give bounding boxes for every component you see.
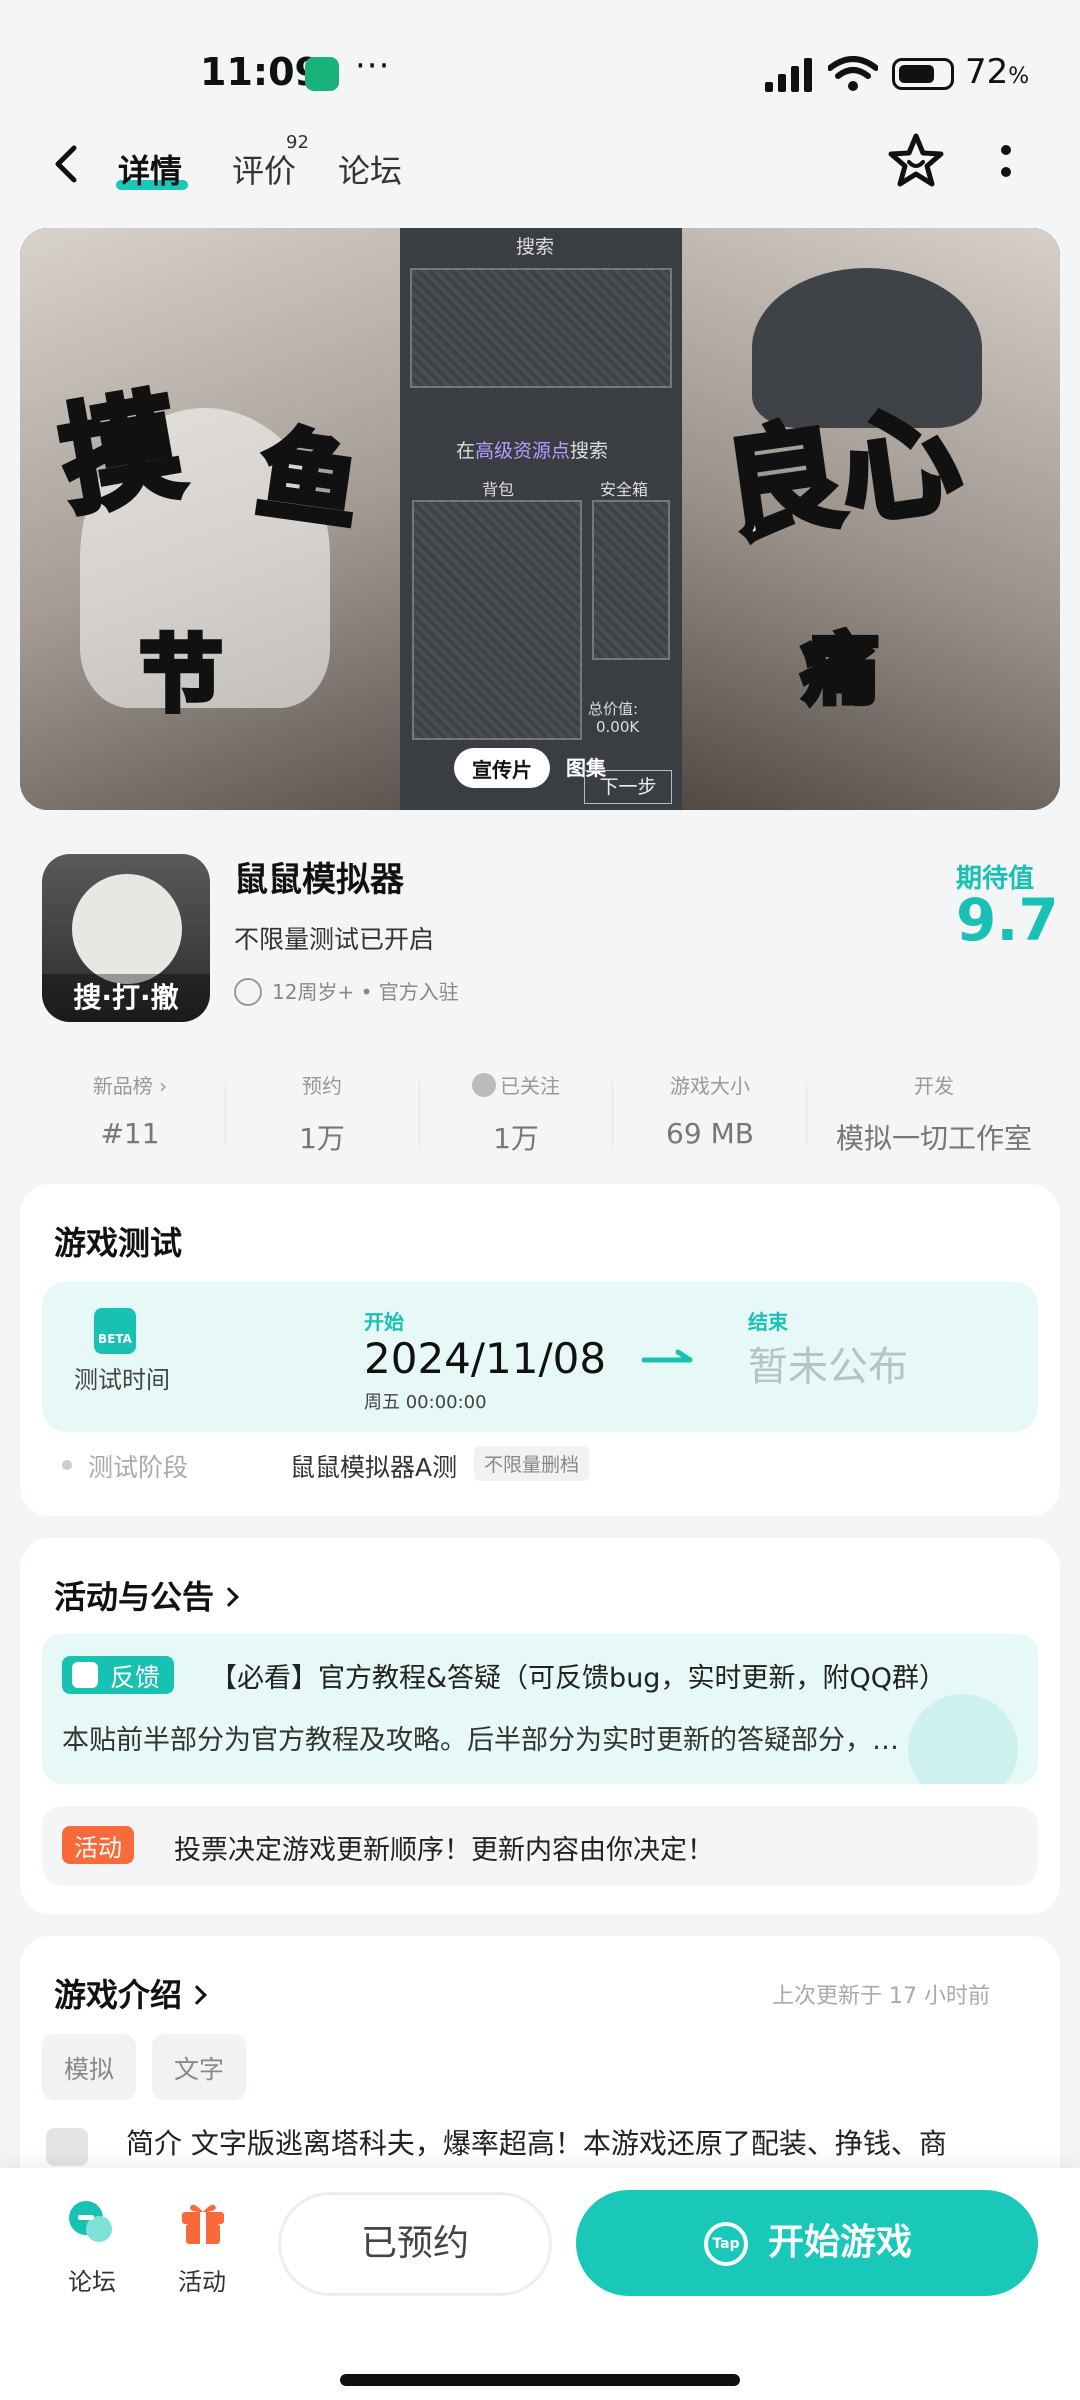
- news-item-activity[interactable]: 活动 投票决定游戏更新顺序！更新内容由你决定！: [42, 1806, 1038, 1886]
- hero-total-label: 总价值:: [588, 700, 639, 718]
- stat-divider: [806, 1082, 807, 1146]
- hero-text-jie: 节: [137, 625, 225, 726]
- hero-inventory-screenshot: 搜索 在高级资源点搜索 背包 安全箱 总价值: 0.00K: [400, 228, 682, 810]
- events-announcements-card: 活动与公告 反馈 【必看】官方教程&答疑（可反馈bug，实时更新，附QQ群） 本…: [20, 1538, 1060, 1914]
- status-time: 11:09: [200, 50, 321, 94]
- stat-reservations: 预约 1万: [299, 1074, 345, 1155]
- test-start-label: 开始: [364, 1310, 404, 1334]
- forum-label[interactable]: 论坛: [68, 2262, 116, 2297]
- stage-dot: [62, 1460, 72, 1470]
- arrow-right-icon: [642, 1349, 693, 1363]
- hero-search-title: 搜索: [516, 236, 555, 258]
- genre-chip[interactable]: 文字: [152, 2034, 247, 2100]
- hero-search-caption: 在高级资源点搜索: [456, 440, 609, 462]
- taptap-icon: Tap: [704, 2222, 748, 2266]
- battery-percent: 72%: [965, 52, 1030, 92]
- feedback-tag-icon: [72, 1662, 98, 1688]
- gift-icon[interactable]: [178, 2198, 228, 2246]
- hero-next-step: 下一步: [584, 770, 672, 804]
- stat-divider: [612, 1082, 613, 1146]
- hero-left-artwork: 摸 鱼 节: [20, 228, 400, 810]
- activity-label[interactable]: 活动: [178, 2262, 226, 2297]
- reviews-count-badge: 92: [286, 132, 309, 153]
- news-item-headline: 【必看】官方教程&答疑（可反馈bug，实时更新，附QQ群）: [210, 1663, 946, 1694]
- test-stage-tag: 不限量删档: [474, 1446, 590, 1481]
- chevron-right-icon: [187, 1985, 207, 2005]
- tab-details[interactable]: 详情: [118, 146, 182, 192]
- home-indicator[interactable]: [340, 2374, 740, 2386]
- forum-chat-icon[interactable]: [66, 2198, 116, 2246]
- more-vertical-icon[interactable]: [996, 142, 1016, 186]
- battery-icon: [892, 58, 954, 90]
- hero-backpack-grid: [412, 500, 582, 740]
- test-start-weekday-time: 周五 00:00:00: [364, 1392, 487, 1413]
- test-start-date: 2024/11/08: [364, 1334, 607, 1383]
- hero-search-area: [410, 268, 672, 388]
- genre-chip[interactable]: 模拟: [42, 2034, 137, 2100]
- verified-check-icon: [234, 978, 262, 1006]
- hero-backpack-label: 背包: [482, 480, 515, 499]
- test-stage-label: 测试阶段: [88, 1453, 189, 1482]
- game-test-card: 游戏测试 BETA 测试时间 开始 2024/11/08 周五 00:00:00…: [20, 1184, 1060, 1516]
- signal-icon: [765, 58, 812, 92]
- test-end-value: 暂未公布: [748, 1344, 908, 1390]
- hero-text-mo: 摸: [48, 373, 194, 535]
- status-more-icon: ···: [355, 46, 391, 86]
- news-item-body: 本贴前半部分为官方教程及攻略。后半部分为实时更新的答疑部分，…: [62, 1725, 899, 1756]
- hero-text-liangxin: 良心: [712, 386, 971, 562]
- game-test-title: 游戏测试: [54, 1224, 183, 1262]
- app-icon-mouse-art: [72, 874, 182, 984]
- favorite-star-icon[interactable]: [887, 132, 945, 190]
- stat-game-size: 游戏大小 69 MB: [666, 1074, 754, 1150]
- start-game-label: 开始游戏: [768, 2222, 913, 2263]
- game-intro-title[interactable]: 游戏介绍: [54, 1970, 207, 2016]
- back-icon[interactable]: [46, 134, 86, 194]
- stat-followed: 已关注 1万: [456, 1070, 576, 1157]
- events-announcements-title[interactable]: 活动与公告: [54, 1572, 239, 1618]
- hero-media-banner[interactable]: 摸 鱼 节 搜索 在高级资源点搜索 背包 安全箱 总价值: 0.00K 良心 痛…: [20, 228, 1060, 810]
- bottom-action-bar: 论坛 活动 已预约 Tap 开始游戏: [0, 2168, 1080, 2400]
- test-end-label: 结束: [748, 1310, 788, 1334]
- app-meta: 12周岁+ • 官方入驻: [272, 980, 459, 1004]
- chevron-right-icon: [219, 1587, 239, 1607]
- news-item-activity-text: 投票决定游戏更新顺序！更新内容由你决定！: [174, 1835, 714, 1866]
- battery-fill: [899, 65, 934, 83]
- stat-developer[interactable]: 开发 模拟一切工作室: [824, 1070, 1044, 1157]
- test-time-panel: BETA 测试时间 开始 2024/11/08 周五 00:00:00 结束 暂…: [42, 1282, 1038, 1432]
- stat-new-rank[interactable]: 新品榜 › #11: [70, 1070, 190, 1150]
- hero-right-artwork: 良心 痛: [682, 228, 1060, 810]
- stat-divider: [225, 1082, 226, 1146]
- stats-row: 新品榜 › #11 预约 1万 已关注 1万 游戏大小 69 MB 开发 模拟一…: [0, 1046, 1080, 1176]
- test-stage-value: 鼠鼠模拟器A测: [290, 1453, 458, 1482]
- wifi-icon: [828, 56, 878, 91]
- last-updated: 上次更新于 17 小时前: [772, 1984, 990, 2009]
- activity-tag: 活动: [62, 1826, 134, 1864]
- test-time-label: 测试时间: [74, 1366, 170, 1394]
- app-icon: 搜·打·撤: [42, 854, 210, 1022]
- hero-text-yu: 鱼: [248, 412, 369, 548]
- reserved-button[interactable]: 已预约: [278, 2192, 552, 2296]
- app-subtitle: 不限量测试已开启: [234, 925, 435, 954]
- hero-safe-label: 安全箱: [600, 480, 649, 499]
- news-item-feedback[interactable]: 反馈 【必看】官方教程&答疑（可反馈bug，实时更新，附QQ群） 本贴前半部分为…: [42, 1634, 1038, 1784]
- stat-divider: [419, 1082, 420, 1146]
- app-icon-badge: 搜·打·撤: [42, 974, 210, 1022]
- hero-promo-video-tab[interactable]: 宣传片: [454, 748, 550, 788]
- expect-value: 9.7: [956, 886, 1059, 954]
- start-game-button[interactable]: Tap 开始游戏: [576, 2190, 1038, 2296]
- hero-total-value: 0.00K: [596, 718, 640, 736]
- status-bar: 11:09 ··· 72%: [0, 0, 1080, 140]
- hero-text-tong: 痛: [799, 622, 881, 717]
- heart-check-icon: [472, 1073, 496, 1097]
- beta-stopwatch-icon: BETA: [94, 1308, 136, 1354]
- intro-text: 简介 文字版逃离塔科夫，爆率超高！本游戏还原了配装、挣钱、商: [126, 2127, 947, 2160]
- tab-forum[interactable]: 论坛: [338, 146, 402, 192]
- shield-icon: [305, 57, 339, 91]
- app-title: 鼠鼠模拟器: [234, 860, 404, 900]
- document-icon: [46, 2128, 88, 2166]
- hero-safe-grid: [592, 500, 670, 660]
